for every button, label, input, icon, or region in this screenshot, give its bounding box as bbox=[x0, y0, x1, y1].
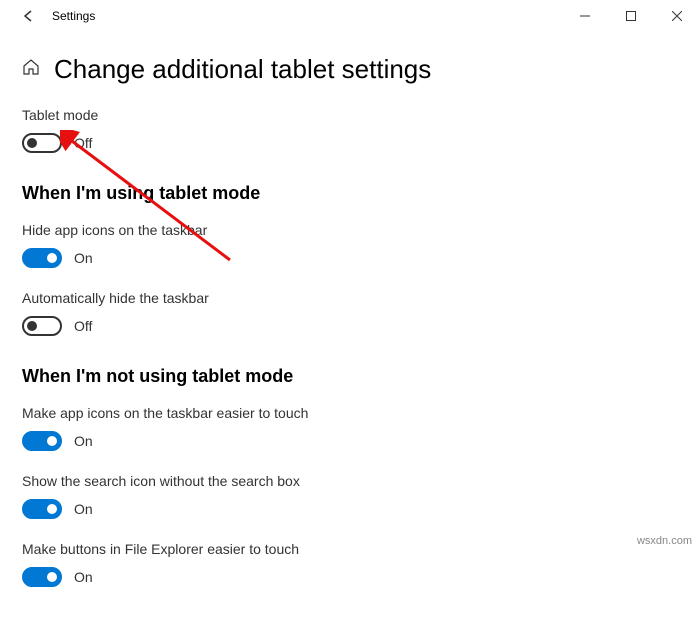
file-explorer-toggle[interactable] bbox=[22, 567, 62, 587]
maximize-button[interactable] bbox=[608, 0, 654, 32]
search-icon-toggle[interactable] bbox=[22, 499, 62, 519]
section-not-using-heading: When I'm not using tablet mode bbox=[22, 366, 678, 387]
auto-hide-toggle[interactable] bbox=[22, 316, 62, 336]
file-explorer-label: Make buttons in File Explorer easier to … bbox=[22, 541, 678, 557]
tablet-mode-status: Off bbox=[74, 135, 92, 151]
back-button[interactable] bbox=[10, 0, 46, 32]
heading-row: Change additional tablet settings bbox=[22, 54, 678, 85]
hide-icons-label: Hide app icons on the taskbar bbox=[22, 222, 678, 238]
auto-hide-row: Off bbox=[22, 316, 678, 336]
close-button[interactable] bbox=[654, 0, 700, 32]
tablet-mode-row: Off bbox=[22, 133, 678, 153]
section-using-heading: When I'm using tablet mode bbox=[22, 183, 678, 204]
maximize-icon bbox=[626, 11, 636, 21]
hide-icons-toggle[interactable] bbox=[22, 248, 62, 268]
auto-hide-label: Automatically hide the taskbar bbox=[22, 290, 678, 306]
easier-icons-toggle[interactable] bbox=[22, 431, 62, 451]
home-icon[interactable] bbox=[22, 58, 40, 81]
app-title: Settings bbox=[52, 9, 95, 23]
content-area: Change additional tablet settings Tablet… bbox=[0, 32, 700, 619]
hide-icons-status: On bbox=[74, 250, 93, 266]
auto-hide-status: Off bbox=[74, 318, 92, 334]
close-icon bbox=[672, 11, 682, 21]
titlebar: Settings bbox=[0, 0, 700, 32]
tablet-mode-toggle[interactable] bbox=[22, 133, 62, 153]
minimize-icon bbox=[580, 11, 590, 21]
file-explorer-row: On bbox=[22, 567, 678, 587]
search-icon-row: On bbox=[22, 499, 678, 519]
arrow-left-icon bbox=[21, 9, 35, 23]
page-title: Change additional tablet settings bbox=[54, 54, 431, 85]
watermark: wsxdn.com bbox=[637, 535, 692, 547]
minimize-button[interactable] bbox=[562, 0, 608, 32]
file-explorer-status: On bbox=[74, 569, 93, 585]
tablet-mode-label: Tablet mode bbox=[22, 107, 678, 123]
easier-icons-label: Make app icons on the taskbar easier to … bbox=[22, 405, 678, 421]
search-icon-status: On bbox=[74, 501, 93, 517]
easier-icons-row: On bbox=[22, 431, 678, 451]
easier-icons-status: On bbox=[74, 433, 93, 449]
search-icon-label: Show the search icon without the search … bbox=[22, 473, 678, 489]
window-controls bbox=[562, 0, 700, 32]
hide-icons-row: On bbox=[22, 248, 678, 268]
